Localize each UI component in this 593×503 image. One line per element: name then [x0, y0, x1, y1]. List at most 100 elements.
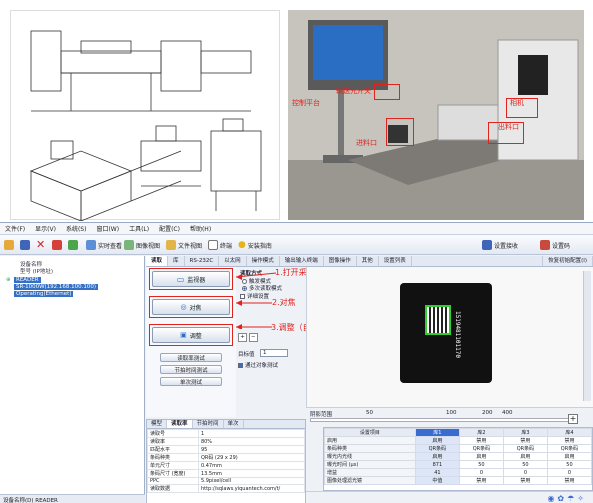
tab-other[interactable]: 其他: [357, 256, 379, 266]
menu-view[interactable]: 显示(V): [30, 224, 61, 233]
read-rate-test-button[interactable]: 读取率测试: [160, 353, 222, 362]
column-header[interactable]: 库4: [546, 428, 593, 437]
hist-tick: 200: [482, 410, 493, 416]
settings-receive-button[interactable]: 设置接收: [482, 239, 518, 251]
cfg-cell[interactable]: 启用: [502, 452, 548, 461]
cfg-cell[interactable]: QR条码: [458, 444, 504, 453]
cfg-cell[interactable]: QR条码: [546, 444, 593, 453]
tab-rs232c[interactable]: RS-232C: [185, 256, 220, 266]
menu-window[interactable]: 窗口(W): [91, 224, 124, 233]
monitor-highlight: [149, 268, 233, 290]
tab-read[interactable]: 读取: [146, 256, 169, 266]
zoom-buttons: + −: [238, 333, 258, 342]
cfg-key: 曝光内光线: [324, 452, 416, 461]
zoom-plus-icon[interactable]: +: [568, 414, 578, 424]
tact-time-test-button[interactable]: 节拍时间测试: [160, 365, 222, 374]
transfer-button[interactable]: [68, 239, 78, 251]
column-header[interactable]: 库2: [458, 428, 504, 437]
cfg-cell[interactable]: 禁用: [546, 436, 593, 445]
cfg-cell[interactable]: 871: [414, 460, 460, 469]
info-key: 读取号: [147, 429, 199, 438]
menu-system[interactable]: 系统(S): [61, 224, 92, 233]
delete-button[interactable]: ✕: [36, 239, 45, 251]
system-tray: ◉✿☂✧: [306, 491, 593, 503]
checkbox-checked-icon: [238, 363, 243, 368]
info-key: 读取数据: [147, 484, 199, 493]
histogram-slider[interactable]: [310, 418, 570, 422]
install-guide-button[interactable]: ● 安装指南: [238, 239, 272, 251]
zoom-in-icon[interactable]: +: [238, 333, 247, 342]
menu-config[interactable]: 配置(C): [154, 224, 185, 233]
cfg-cell[interactable]: 0: [546, 468, 593, 477]
cfg-cell[interactable]: 50: [546, 460, 593, 469]
file-view-button[interactable]: 文件视图: [166, 239, 202, 251]
tab-ethernet[interactable]: 以太网: [219, 256, 247, 266]
cfg-cell[interactable]: 禁用: [546, 476, 593, 485]
cfg-cell[interactable]: 0: [458, 468, 504, 477]
autoid-navigator-window: 文件(F) 显示(V) 系统(S) 窗口(W) 工具(L) 配置(C) 帮助(H…: [0, 222, 593, 503]
image-view-label: 图像视图: [136, 242, 161, 250]
cfg-key: 图像处理滤光镜: [324, 476, 416, 485]
terminal-button[interactable]: 终端: [208, 239, 232, 251]
menu-tools[interactable]: 工具(L): [124, 224, 154, 233]
menu-file[interactable]: 文件(F): [0, 224, 30, 233]
single-test-button[interactable]: 单次测试: [160, 377, 222, 386]
hist-tick: 400: [502, 410, 513, 416]
tab-io-terminal[interactable]: 输出输入终端: [280, 256, 324, 266]
settings-receive-label: 设置接收: [494, 242, 519, 250]
column-header[interactable]: 库3: [502, 428, 548, 437]
cfg-cell[interactable]: QR条码: [414, 444, 460, 453]
table-row: 单元尺寸 0.47mm: [147, 461, 306, 470]
cfg-cell[interactable]: 禁用: [458, 476, 504, 485]
settings-send-button[interactable]: 设置码: [540, 239, 570, 251]
zoom-out-icon[interactable]: −: [248, 333, 258, 342]
restore-defaults-button[interactable]: 恢复初始配置(I): [542, 256, 593, 266]
connect-button[interactable]: [52, 239, 62, 251]
realtime-view-button[interactable]: 实时查看: [86, 239, 122, 251]
cfg-cell[interactable]: QR条码: [502, 444, 548, 453]
tab-tact-time[interactable]: 节拍时间: [193, 420, 224, 428]
tab-single[interactable]: 单次: [224, 420, 244, 428]
cfg-cell[interactable]: 禁用: [502, 436, 548, 445]
cfg-cell[interactable]: 启用: [546, 452, 593, 461]
multi-read-test-label: 通过对象测试: [245, 363, 279, 369]
cfg-cell[interactable]: 启用: [414, 452, 460, 461]
qr-code-image: [425, 305, 451, 335]
image-view-button[interactable]: 图像视图: [124, 239, 160, 251]
device-state[interactable]: Operating(Ethernet): [14, 291, 74, 297]
tab-bank[interactable]: 库: [168, 256, 185, 266]
open-button[interactable]: [4, 239, 14, 251]
preview-scrollbar[interactable]: [583, 271, 591, 401]
cfg-cell[interactable]: 启用: [414, 436, 460, 445]
device-name[interactable]: READER: [14, 277, 41, 283]
column-header[interactable]: 库1: [414, 428, 460, 437]
cfg-cell[interactable]: 禁用: [502, 476, 548, 485]
file-icon: [166, 240, 176, 250]
device-node-icon: ⊕: [6, 277, 11, 283]
target-value-input[interactable]: 1: [260, 349, 288, 357]
tab-model[interactable]: 模型: [147, 420, 168, 428]
cfg-cell[interactable]: 启用: [458, 452, 504, 461]
tab-settings-list[interactable]: 设置列表: [379, 256, 412, 266]
target-value-label: 目标值: [238, 352, 255, 358]
menu-help[interactable]: 帮助(H): [185, 224, 216, 233]
multi-read-test-option[interactable]: 通过对象测试: [238, 361, 278, 369]
device-address[interactable]: SR-1000W(192.168.100.100): [14, 284, 99, 290]
save-button[interactable]: [20, 239, 30, 251]
tab-image-operation[interactable]: 图像操作: [324, 256, 357, 266]
cfg-cell[interactable]: 50: [458, 460, 504, 469]
cfg-cell[interactable]: 50: [502, 460, 548, 469]
cfg-cell[interactable]: 禁用: [458, 436, 504, 445]
cfg-cell[interactable]: 0: [502, 468, 548, 477]
save-icon: [20, 240, 30, 250]
code-text: 1519481101170: [454, 311, 461, 358]
cfg-cell[interactable]: 41: [414, 468, 460, 477]
operation-column: ▭ 监视器 ◎ 对焦 ▣ 调整 读取率测试 节拍时间测试 单次测试: [146, 267, 236, 417]
cfg-key: 增益: [324, 468, 416, 477]
cfg-cell[interactable]: 中值: [414, 476, 460, 485]
tab-operation-mode[interactable]: 操作模式: [247, 256, 280, 266]
hist-tick: 50: [366, 410, 373, 416]
receive-icon: [482, 240, 492, 250]
tab-read-rate[interactable]: 读取率: [167, 420, 193, 428]
table-row: 启用 启用 禁用 禁用 禁用: [324, 436, 593, 445]
